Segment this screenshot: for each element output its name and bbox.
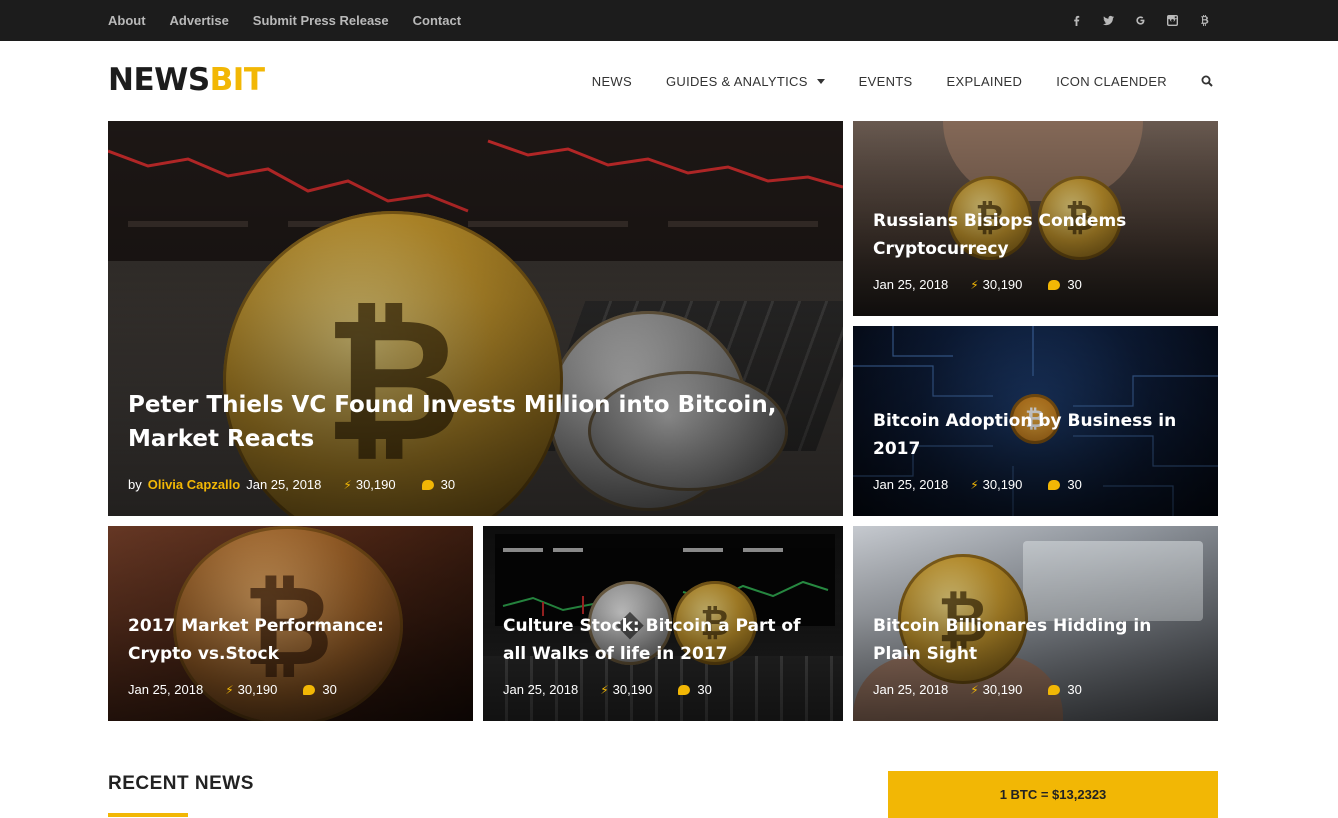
comment-icon (678, 684, 691, 695)
top-link-submit-press-release[interactable]: Submit Press Release (253, 13, 389, 28)
heading-underline (108, 813, 188, 817)
top-link-contact[interactable]: Contact (413, 13, 461, 28)
comment-count: 30 (440, 477, 456, 492)
bolt-icon: ⚡ (970, 277, 979, 292)
logo-news: NEWS (108, 62, 210, 98)
comment-count: 30 (322, 682, 337, 697)
card-title[interactable]: Culture Stock: Bitcoin a Part of all Wal… (503, 612, 823, 668)
card-meta: Jan 25, 2018 ⚡ 30,190 30 (128, 682, 337, 697)
card-title[interactable]: Bitcoin Billionares Hidding in Plain Sig… (873, 612, 1193, 668)
article-card[interactable]: ₿ ₿ Russians Bisiops Condems Cryptocurre… (853, 121, 1218, 316)
top-bar: About Advertise Submit Press Release Con… (0, 0, 1338, 41)
card-meta: Jan 25, 2018 ⚡ 30,190 30 (503, 682, 712, 697)
featured-meta: by Olivia Capzallo Jan 25, 2018 ⚡ 30,190… (128, 477, 455, 492)
bolt-icon: ⚡ (343, 477, 352, 492)
view-count: 30,190 (355, 477, 396, 492)
article-card[interactable]: ◆ ₿ Culture Stock: Bitcoin a Part of all… (483, 526, 843, 721)
bolt-icon: ⚡ (970, 477, 979, 492)
card-meta: Jan 25, 2018 ⚡ 30,190 30 (873, 682, 1082, 697)
top-link-advertise[interactable]: Advertise (170, 13, 229, 28)
bitcoin-icon[interactable] (1198, 15, 1210, 27)
nav-guides-label: GUIDES & ANALYTICS (665, 73, 808, 89)
comment-count: 30 (1067, 277, 1082, 292)
nav-icon-calendar[interactable]: ICON CLAENDER (1056, 74, 1167, 89)
card-meta: Jan 25, 2018 ⚡ 30,190 30 (873, 477, 1082, 492)
comment-icon (1048, 279, 1061, 290)
view-count: 30,190 (612, 682, 653, 697)
card-title[interactable]: 2017 Market Performance: Crypto vs.Stock (128, 612, 428, 668)
view-count: 30,190 (982, 277, 1023, 292)
image-overlay (108, 121, 843, 516)
search-icon[interactable] (1201, 75, 1213, 87)
social-links (1070, 0, 1210, 41)
author-link[interactable]: Olivia Capzallo (148, 477, 240, 492)
btc-price-widget: 1 BTC = $13,2323 (888, 771, 1218, 818)
chevron-down-icon (816, 78, 825, 84)
comment-count: 30 (1067, 682, 1082, 697)
bolt-icon: ⚡ (225, 682, 234, 697)
view-count: 30,190 (982, 682, 1023, 697)
comment-count: 30 (697, 682, 712, 697)
nav-news[interactable]: NEWS (592, 74, 632, 89)
article-date: Jan 25, 2018 (128, 682, 204, 697)
featured-title[interactable]: Peter Thiels VC Found Invests Million in… (128, 388, 808, 456)
comment-count: 30 (1067, 477, 1082, 492)
view-count: 30,190 (982, 477, 1023, 492)
comment-icon (1048, 684, 1061, 695)
comment-icon (1048, 479, 1061, 490)
article-date: Jan 25, 2018 (246, 477, 322, 492)
top-nav: About Advertise Submit Press Release Con… (108, 0, 461, 41)
comment-icon (303, 684, 316, 695)
facebook-icon[interactable] (1070, 15, 1082, 27)
nav-guides-analytics[interactable]: GUIDES & ANALYTICS (666, 74, 825, 89)
nav-explained[interactable]: EXPLAINED (947, 74, 1023, 89)
by-label: by (128, 477, 142, 492)
bolt-icon: ⚡ (600, 682, 609, 697)
main-nav: NEWS GUIDES & ANALYTICS EVENTS EXPLAINED… (592, 63, 1213, 99)
section-heading-recent-news: RECENT NEWS (108, 773, 254, 794)
nav-events[interactable]: EVENTS (859, 74, 913, 89)
logo-bit: BIT (209, 62, 265, 98)
article-date: Jan 25, 2018 (873, 477, 949, 492)
article-card[interactable]: ₿ Bitcoin Adoption by Business in 2017 J… (853, 326, 1218, 516)
card-title[interactable]: Bitcoin Adoption by Business in 2017 (873, 407, 1203, 463)
card-meta: Jan 25, 2018 ⚡ 30,190 30 (873, 277, 1082, 292)
article-date: Jan 25, 2018 (503, 682, 579, 697)
google-plus-icon[interactable] (1134, 15, 1146, 27)
instagram-icon[interactable] (1166, 15, 1178, 27)
view-count: 30,190 (237, 682, 278, 697)
top-link-about[interactable]: About (108, 13, 146, 28)
site-logo[interactable]: NEWSBIT (108, 62, 265, 98)
card-title[interactable]: Russians Bisiops Condems Cryptocurrecy (873, 207, 1193, 263)
comment-icon (421, 479, 434, 490)
article-date: Jan 25, 2018 (873, 277, 949, 292)
article-date: Jan 25, 2018 (873, 682, 949, 697)
article-card[interactable]: ₿ Bitcoin Billionares Hidding in Plain S… (853, 526, 1218, 721)
twitter-icon[interactable] (1102, 15, 1114, 27)
featured-article[interactable]: ₿ Peter Thiels VC Found Invests Million … (108, 121, 843, 516)
bolt-icon: ⚡ (970, 682, 979, 697)
article-card[interactable]: ₿ 2017 Market Performance: Crypto vs.Sto… (108, 526, 473, 721)
